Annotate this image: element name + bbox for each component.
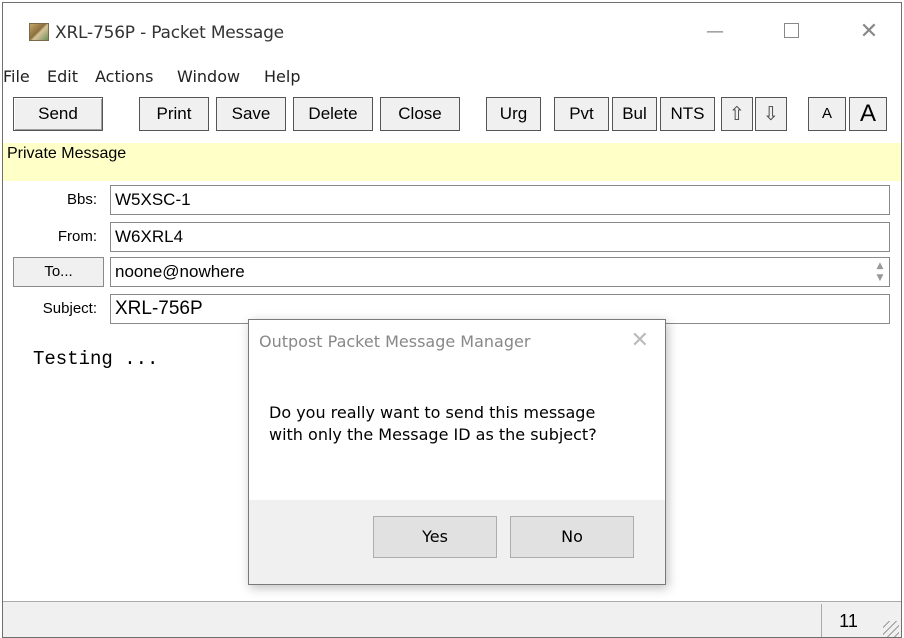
down-arrow-icon[interactable]: ⇩ (755, 97, 787, 131)
maximize-button[interactable] (771, 17, 811, 47)
bbs-row: Bbs: W5XSC-1 (3, 185, 901, 217)
nts-button[interactable]: NTS (660, 97, 715, 131)
dialog-message: Do you really want to send this message … (269, 402, 649, 446)
menu-actions[interactable]: Actions (95, 67, 153, 86)
resize-grip-icon[interactable] (883, 621, 899, 637)
send-button[interactable]: Send (13, 97, 103, 131)
message-type-bar: Private Message (3, 143, 901, 181)
maximize-icon (783, 23, 799, 38)
menu-window[interactable]: Window (177, 67, 240, 86)
menu-bar: File Edit Actions Window Help (3, 61, 901, 91)
toolbar: Send Print Save Delete Close Urg Pvt Bul… (3, 91, 901, 143)
dialog-footer: Yes No (249, 500, 665, 584)
window-close-button[interactable]: ✕ (849, 17, 889, 47)
to-button[interactable]: To... (13, 257, 104, 287)
menu-edit[interactable]: Edit (47, 67, 78, 86)
yes-button[interactable]: Yes (373, 516, 497, 558)
character-count: 11 (821, 604, 875, 637)
private-button[interactable]: Pvt (554, 97, 609, 131)
dialog-message-line: Do you really want to send this message (269, 403, 596, 422)
minimize-button[interactable]: — (695, 17, 735, 47)
bulletin-button[interactable]: Bul (612, 97, 657, 131)
message-type-label: Private Message (7, 145, 127, 162)
no-button[interactable]: No (510, 516, 634, 558)
bbs-label: Bbs: (66, 191, 97, 208)
font-smaller-button[interactable]: A (808, 97, 846, 131)
subject-label: Subject: (42, 300, 97, 317)
window-title: XRL-756P - Packet Message (55, 23, 284, 43)
close-button[interactable]: Close (380, 97, 460, 131)
to-field-value: noone@nowhere (115, 262, 245, 281)
status-bar: 11 (3, 601, 901, 637)
app-icon (29, 23, 49, 41)
spin-arrows-icon[interactable]: ▲ ▼ (871, 258, 889, 286)
dialog-title: Outpost Packet Message Manager (259, 332, 531, 351)
delete-button[interactable]: Delete (293, 97, 373, 131)
menu-help[interactable]: Help (264, 67, 300, 86)
save-button[interactable]: Save (216, 97, 286, 131)
font-larger-button[interactable]: A (849, 97, 887, 131)
dialog-close-icon[interactable]: ✕ (631, 328, 649, 353)
print-button[interactable]: Print (139, 97, 209, 131)
dialog-message-line: with only the Message ID as the subject? (269, 425, 597, 444)
urgent-button[interactable]: Urg (486, 97, 541, 131)
to-field[interactable]: noone@nowhere ▲ ▼ (110, 257, 890, 287)
confirm-dialog: Outpost Packet Message Manager ✕ Do you … (248, 319, 666, 585)
menu-file[interactable]: File (3, 67, 30, 86)
from-field[interactable]: W6XRL4 (110, 222, 890, 252)
from-row: From: W6XRL4 (3, 222, 901, 254)
up-arrow-icon[interactable]: ⇧ (721, 97, 753, 131)
from-label: From: (57, 228, 97, 245)
to-row: To... noone@nowhere ▲ ▼ (3, 257, 901, 289)
title-bar: XRL-756P - Packet Message — ✕ (3, 3, 901, 61)
bbs-field[interactable]: W5XSC-1 (110, 185, 890, 215)
